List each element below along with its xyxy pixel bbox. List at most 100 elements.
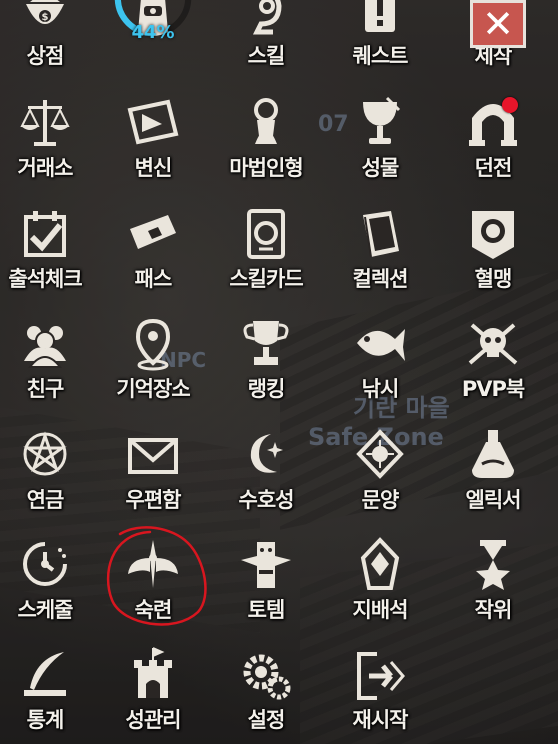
menu-item-label: 토템 (247, 598, 286, 622)
menu-item-inventory-bag[interactable]: 44% (103, 0, 203, 80)
mastery-wings-icon (124, 538, 182, 592)
scales-icon (16, 96, 74, 150)
rank-medal-icon (464, 538, 522, 592)
menu-item-label: 던전 (474, 156, 513, 180)
statistics-quill-icon (16, 648, 74, 702)
mail-envelope-icon (124, 428, 182, 482)
menu-item-label: 퀘스트 (352, 44, 409, 68)
menu-item-trophy[interactable]: 랭킹 (216, 313, 316, 413)
schedule-clock-icon (16, 538, 74, 592)
collection-book-icon (351, 207, 409, 261)
fish-icon (351, 317, 409, 371)
menu-item-label: 수호성 (238, 488, 295, 512)
close-button[interactable]: ✕ (470, 0, 526, 48)
close-icon: ✕ (482, 2, 514, 46)
menu-item-scales[interactable]: 거래소 (0, 92, 95, 192)
menu-item-holy-grail[interactable]: 성물 (330, 92, 430, 192)
menu-item-fish[interactable]: 낚시 (330, 313, 430, 413)
menu-item-friends[interactable]: 친구 (0, 313, 95, 413)
menu-item-label: 문양 (361, 488, 400, 512)
menu-item-label: 성관리 (125, 708, 182, 732)
menu-item-attendance-check[interactable]: 출석체크 (0, 203, 95, 303)
menu-item-label: 스케줄 (17, 598, 74, 622)
menu-item-label: 엘릭서 (465, 488, 522, 512)
restart-exit-icon (351, 648, 409, 702)
menu-item-statistics-quill[interactable]: 통계 (0, 644, 95, 744)
menu-item-label: 상점 (26, 44, 65, 68)
menu-item-label: 스킬카드 (229, 267, 303, 291)
menu-item-clan-banner[interactable]: 혈맹 (443, 203, 543, 303)
menu-item-dominion-crystal[interactable]: 지배석 (330, 534, 430, 634)
holy-grail-icon (351, 96, 409, 150)
menu-item-alchemy-pentagram[interactable]: 연금 (0, 424, 95, 524)
menu-item-label: 통계 (26, 708, 65, 732)
menu-item-label: 연금 (26, 488, 65, 512)
guardian-moon-icon (237, 428, 295, 482)
notification-dot (502, 97, 518, 113)
menu-item-transform-card[interactable]: 변신 (103, 92, 203, 192)
menu-item-totem[interactable]: 토템 (216, 534, 316, 634)
menu-item-label: 숙련 (134, 598, 173, 622)
skill-card-icon (237, 207, 295, 261)
menu-item-location-pin[interactable]: 기억장소 (103, 313, 203, 413)
alchemy-pentagram-icon (16, 428, 74, 482)
dominion-crystal-icon (351, 537, 409, 592)
transform-card-icon (124, 96, 182, 150)
menu-item-skill-card[interactable]: 스킬카드 (216, 203, 316, 303)
menu-item-schedule-clock[interactable]: 스케줄 (0, 534, 95, 634)
emblem-icon (351, 428, 409, 482)
menu-item-magic-doll[interactable]: 마법인형 (216, 92, 316, 192)
menu-item-label: 출석체크 (8, 267, 82, 291)
menu-item-rank-medal[interactable]: 작위 (443, 534, 543, 634)
menu-item-label: 패스 (134, 267, 173, 291)
clan-banner-icon (464, 207, 522, 261)
menu-item-shop-bag[interactable]: $ 상점 (0, 0, 95, 80)
menu-item-label: 스킬 (247, 44, 286, 68)
menu-item-label: 우편함 (125, 488, 182, 512)
menu-item-mastery-wings[interactable]: 숙련 (103, 534, 203, 634)
totem-icon (237, 538, 295, 592)
menu-item-settings-gears[interactable]: 설정 (216, 644, 316, 744)
menu-item-label: 컬렉션 (352, 267, 409, 291)
menu-item-elixir-flask[interactable]: 엘릭서 (443, 424, 543, 524)
menu-item-quest-scroll[interactable]: 퀘스트 (330, 0, 430, 80)
menu-item-pass-ticket[interactable]: 패스 (103, 203, 203, 303)
menu-item-emblem[interactable]: 문양 (330, 424, 430, 524)
menu-item-label: 기억장소 (116, 377, 190, 401)
menu-item-skill[interactable]: 스킬 (216, 0, 316, 80)
menu-item-label: 설정 (247, 708, 286, 732)
magic-doll-icon (237, 96, 295, 150)
elixir-flask-icon (464, 428, 522, 482)
menu-item-mail-envelope[interactable]: 우편함 (103, 424, 203, 524)
skill-icon (237, 0, 295, 38)
bag-capacity-percent: 44% (131, 22, 175, 43)
pvp-skull-icon (464, 317, 522, 371)
menu-item-label: 지배석 (352, 598, 409, 622)
castle-icon (124, 647, 182, 702)
menu-item-label: 작위 (474, 598, 513, 622)
menu-item-restart-exit[interactable]: 재시작 (330, 644, 430, 744)
pass-ticket-icon (124, 207, 182, 261)
menu-item-guardian-moon[interactable]: 수호성 (216, 424, 316, 524)
svg-text:$: $ (42, 12, 49, 23)
menu-item-label: PVP북 (461, 377, 525, 401)
menu-item-label: 거래소 (17, 156, 74, 180)
menu-item-pvp-skull[interactable]: PVP북 (443, 313, 543, 413)
menu-item-collection-book[interactable]: 컬렉션 (330, 203, 430, 303)
attendance-check-icon (16, 207, 74, 261)
menu-item-dungeon-gate[interactable]: 던전 (443, 92, 543, 192)
menu-item-label: 친구 (26, 377, 65, 401)
friends-icon (16, 317, 74, 371)
location-pin-icon (124, 317, 182, 371)
settings-gears-icon (237, 648, 295, 702)
menu-item-label: 혈맹 (474, 267, 513, 291)
menu-item-label: 랭킹 (247, 377, 286, 401)
trophy-icon (237, 317, 295, 371)
menu-item-label: 변신 (134, 156, 173, 180)
menu-item-castle[interactable]: 성관리 (103, 644, 203, 744)
menu-item-label: 낚시 (361, 377, 400, 401)
shop-bag-icon: $ (16, 0, 74, 38)
menu-item-label: 성물 (361, 156, 400, 180)
menu-item-label: 마법인형 (229, 156, 303, 180)
quest-scroll-icon (351, 0, 409, 38)
